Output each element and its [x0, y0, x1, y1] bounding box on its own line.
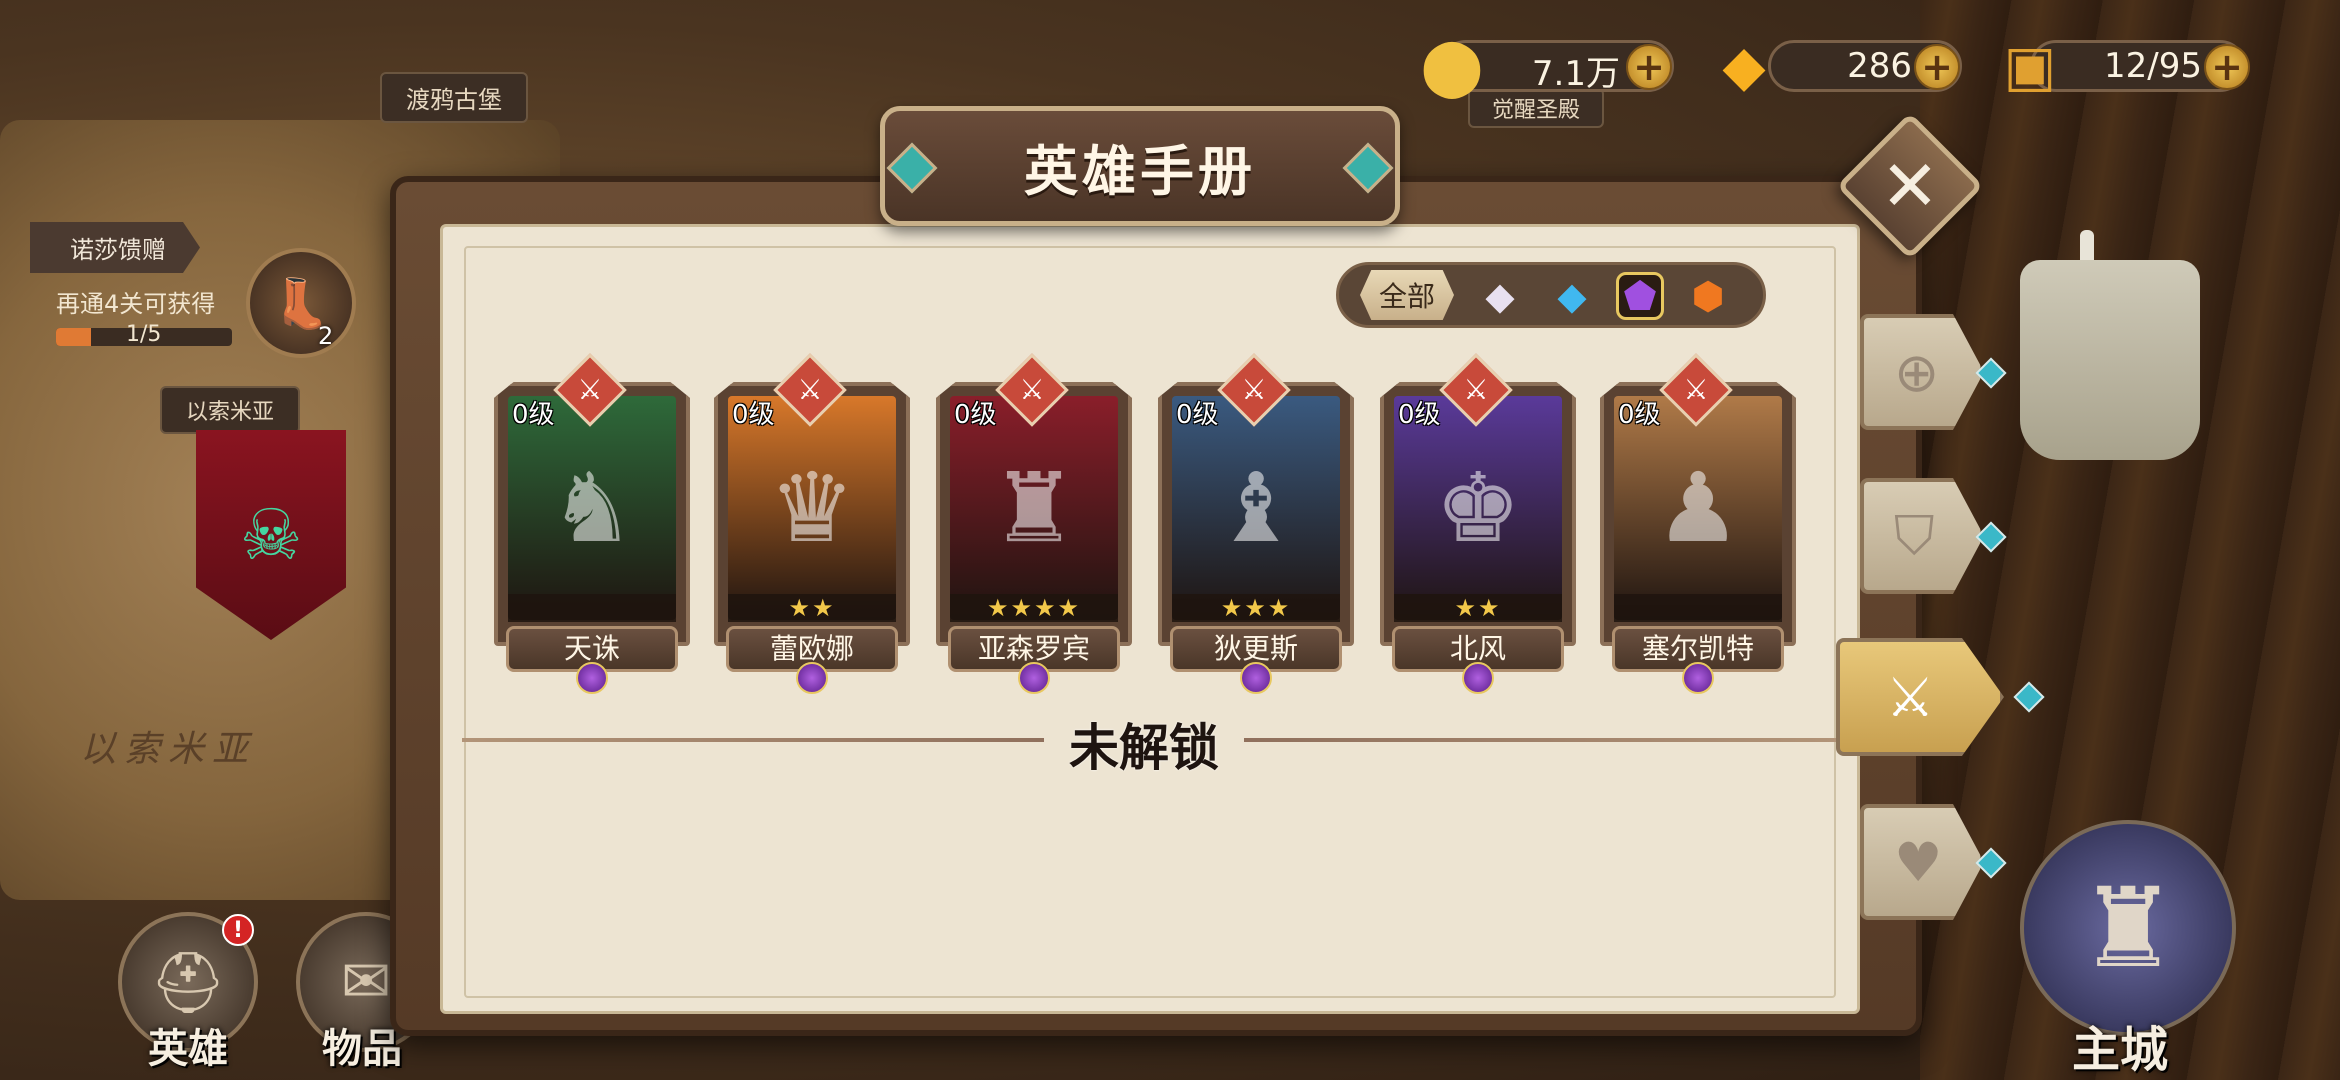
stamina-value: 12/95: [2104, 46, 2202, 86]
hero-level: 0级: [732, 400, 775, 430]
main-city-button[interactable]: ♜: [2020, 820, 2236, 1036]
heart-icon: ♥: [1894, 830, 1943, 894]
bag-icon: ✉: [340, 947, 392, 1017]
orange-rarity-gem-icon[interactable]: ⬢: [1684, 272, 1732, 320]
shield-icon: ⛉: [1894, 504, 1935, 567]
quest-progress-fill: [56, 328, 92, 346]
grid-icon: ⊕: [1894, 340, 1940, 404]
treasure-chest-icon: ▣: [2003, 33, 2057, 99]
add-gems-button[interactable]: +: [1914, 44, 1960, 90]
hero-card[interactable]: ♝ ⚔ 0级 ★★★ 狄更斯: [1158, 353, 1354, 694]
sword-class-icon: ⚔: [797, 373, 823, 406]
hero-card[interactable]: ♞ ⚔ 0级 天诛: [494, 353, 690, 694]
hero-card[interactable]: ♚ ⚔ 0级 ★★ 北风: [1380, 353, 1576, 694]
panel-title: 英雄手册: [1024, 139, 1256, 203]
main-city-label: 主城: [2072, 1022, 2169, 1078]
candle-decoration: [2020, 260, 2200, 460]
hero-level: 0级: [512, 400, 555, 430]
purple-rarity-gem-icon: [796, 662, 828, 694]
diamond-icon: ◆: [1722, 33, 1766, 99]
alert-badge: !: [222, 914, 254, 946]
close-icon[interactable]: ✕: [1878, 146, 1942, 226]
hero-stars: [1614, 594, 1782, 622]
hero-level: 0级: [1398, 400, 1441, 430]
title-plate: 英雄手册: [880, 106, 1400, 226]
quest-reward-boots-icon[interactable]: 👢: [246, 248, 356, 358]
hero-card[interactable]: ♟ ⚔ 0级 塞尔凯特: [1600, 353, 1796, 694]
hero-stars: ★★: [728, 594, 896, 622]
items-nav-label: 物品: [322, 1026, 402, 1072]
quest-description: 再通4关可获得: [56, 290, 216, 318]
white-rarity-gem-icon[interactable]: ◆: [1476, 272, 1524, 320]
sword-class-icon: ⚔: [1241, 373, 1267, 406]
quest-progress-text: 1/5: [126, 322, 162, 347]
quest-tab[interactable]: 诺莎馈赠: [30, 222, 200, 273]
hero-stars: [508, 594, 676, 622]
add-stamina-button[interactable]: +: [2204, 44, 2250, 90]
sword-class-icon: ⚔: [1463, 373, 1489, 406]
purple-rarity-gem-icon: [1240, 662, 1272, 694]
castle-icon: ♜: [2078, 864, 2178, 992]
purple-rarity-gem-icon[interactable]: ⬟: [1616, 272, 1664, 320]
blue-rarity-gem-icon[interactable]: ◆: [1548, 272, 1596, 320]
add-gold-button[interactable]: +: [1626, 44, 1672, 90]
purple-rarity-gem-icon: [1018, 662, 1050, 694]
purple-rarity-gem-icon: [1682, 662, 1714, 694]
gold-coin-icon: ⬤: [1420, 33, 1484, 99]
hero-card[interactable]: ♛ ⚔ 0级 ★★ 蕾欧娜: [714, 353, 910, 694]
hero-card[interactable]: ♜ ⚔ 0级 ★★★★ 亚森罗宾: [936, 353, 1132, 694]
sword-class-icon: ⚔: [1019, 373, 1045, 406]
purple-rarity-gem-icon: [1462, 662, 1494, 694]
hero-stars: ★★★★: [950, 594, 1118, 622]
hero-level: 0级: [1176, 400, 1219, 430]
hero-stars: ★★★: [1172, 594, 1340, 622]
sword-class-icon: ⚔: [577, 373, 603, 406]
locked-section-label: 未解锁: [1044, 708, 1244, 780]
heroes-nav-label: 英雄: [148, 1026, 228, 1072]
hero-level: 0级: [954, 400, 997, 430]
boss-face-icon: ☠: [239, 494, 303, 576]
location-label-raven-castle[interactable]: 渡鸦古堡: [380, 72, 528, 123]
region-map-text: 以索米亚: [80, 729, 257, 770]
sword-icon: ⚔: [1886, 665, 1935, 729]
hero-stars: ★★: [1394, 594, 1562, 622]
gems-value: 286: [1847, 46, 1912, 86]
filter-all-button[interactable]: 全部: [1360, 270, 1454, 320]
gold-value: 7.1万: [1531, 54, 1620, 94]
region-banner-label[interactable]: 以索米亚: [160, 386, 301, 434]
sword-class-icon: ⚔: [1683, 373, 1709, 406]
helmet-icon: ⛑: [149, 947, 227, 1018]
purple-rarity-gem-icon: [576, 662, 608, 694]
hero-level: 0级: [1618, 400, 1661, 430]
quest-reward-count: 2: [318, 322, 334, 350]
